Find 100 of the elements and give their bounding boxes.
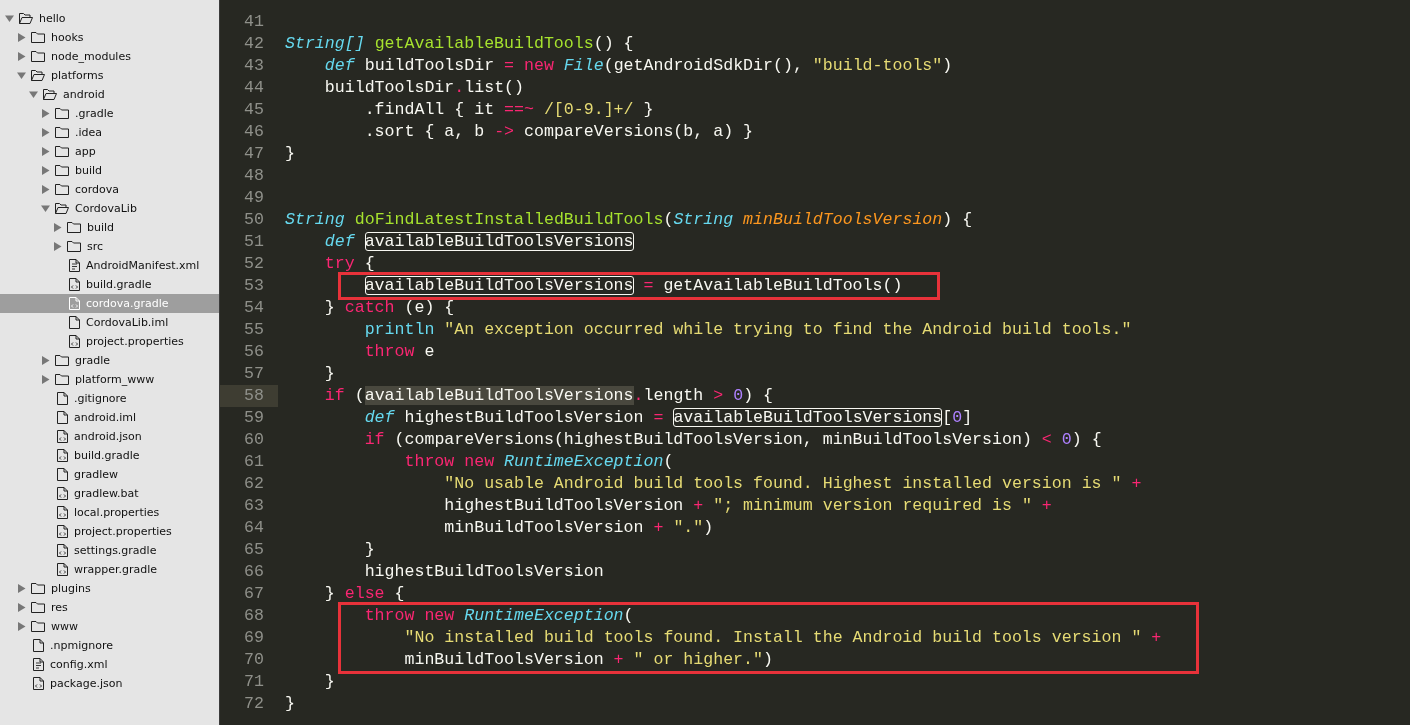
tree-item[interactable]: project.properties — [0, 522, 219, 541]
caret-icon[interactable] — [41, 185, 50, 194]
tree-item[interactable]: res — [0, 598, 219, 617]
line-number: 54 — [243, 297, 265, 319]
code-line: String doFindLatestInstalledBuildTools(String minBuildToolsVersion) { — [285, 209, 973, 231]
tree-item[interactable]: platforms — [0, 66, 219, 85]
file-icon — [33, 639, 44, 652]
code-line: try { — [323, 253, 375, 275]
code-line: def highestBuildToolsVersion = availableBuildToolsVersions[0] — [363, 407, 973, 429]
caret-icon[interactable] — [17, 603, 26, 612]
line-number: 53 — [243, 275, 265, 297]
caret-icon[interactable] — [41, 166, 50, 175]
line-number: 66 — [243, 561, 265, 583]
tree-item[interactable]: plugins — [0, 579, 219, 598]
document-icon — [69, 259, 80, 272]
tree-item[interactable]: node_modules — [0, 47, 219, 66]
line-number: 55 — [243, 319, 265, 341]
tree-item[interactable]: gradlew.bat — [0, 484, 219, 503]
line-number: 72 — [243, 693, 265, 715]
line-number: 56 — [243, 341, 265, 363]
tree-item[interactable]: build.gradle — [0, 275, 219, 294]
tree-item[interactable]: cordova — [0, 180, 219, 199]
folder-icon — [31, 602, 45, 613]
tree-item[interactable]: package.json — [0, 674, 219, 693]
code-line: minBuildToolsVersion + " or higher.") — [403, 649, 774, 671]
caret-icon[interactable] — [17, 584, 26, 593]
caret-icon[interactable] — [17, 71, 26, 80]
line-number: 60 — [243, 429, 265, 451]
caret-icon[interactable] — [41, 128, 50, 137]
tree-item[interactable]: .npmignore — [0, 636, 219, 655]
line-number: 50 — [243, 209, 265, 231]
line-number: 63 — [243, 495, 265, 517]
tree-item[interactable]: android — [0, 85, 219, 104]
code-line: } — [285, 693, 295, 715]
tree-item[interactable]: project.properties — [0, 332, 219, 351]
line-number: 62 — [243, 473, 265, 495]
caret-icon[interactable] — [41, 109, 50, 118]
tree-item[interactable]: build.gradle — [0, 446, 219, 465]
caret-icon[interactable] — [29, 90, 38, 99]
folder-icon — [55, 184, 69, 195]
folder-icon — [55, 127, 69, 138]
tree-item[interactable]: gradlew — [0, 465, 219, 484]
code-file-icon — [57, 449, 68, 462]
line-number: 65 — [243, 539, 265, 561]
tree-item[interactable]: CordovaLib.iml — [0, 313, 219, 332]
code-file-icon — [69, 278, 80, 291]
tree-item[interactable]: build — [0, 218, 219, 237]
open-folder-icon — [43, 89, 57, 100]
tree-item[interactable]: hooks — [0, 28, 219, 47]
tree-item[interactable]: gradle — [0, 351, 219, 370]
tree-item[interactable]: wrapper.gradle — [0, 560, 219, 579]
code-line: String[] getAvailableBuildTools() { — [285, 33, 634, 55]
tree-item[interactable]: .gradle — [0, 104, 219, 123]
caret-icon[interactable] — [5, 14, 14, 23]
line-number: 41 — [243, 11, 265, 33]
folder-icon — [67, 241, 81, 252]
tree-item[interactable]: CordovaLib — [0, 199, 219, 218]
folder-icon — [55, 165, 69, 176]
caret-icon[interactable] — [17, 33, 26, 42]
folder-icon — [31, 32, 45, 43]
caret-icon[interactable] — [41, 147, 50, 156]
tree-item[interactable]: local.properties — [0, 503, 219, 522]
tree-item[interactable]: src — [0, 237, 219, 256]
caret-icon[interactable] — [17, 52, 26, 61]
tree-item[interactable]: app — [0, 142, 219, 161]
line-number: 45 — [243, 99, 265, 121]
code-file-icon — [69, 297, 80, 310]
caret-icon[interactable] — [41, 375, 50, 384]
caret-icon[interactable] — [17, 622, 26, 631]
tree-item[interactable]: config.xml — [0, 655, 219, 674]
tree-item[interactable]: AndroidManifest.xml — [0, 256, 219, 275]
caret-icon[interactable] — [41, 356, 50, 365]
line-number: 71 — [243, 671, 265, 693]
document-icon — [33, 658, 44, 671]
caret-icon[interactable] — [53, 223, 62, 232]
caret-icon[interactable] — [41, 204, 50, 213]
tree-item[interactable]: android.iml — [0, 408, 219, 427]
code-line: "No usable Android build tools found. Highest installed version is " + — [443, 473, 1142, 495]
tree-item[interactable]: www — [0, 617, 219, 636]
code-file-icon — [33, 677, 44, 690]
code-file-icon — [57, 525, 68, 538]
tree-item[interactable]: .gitignore — [0, 389, 219, 408]
tree-item[interactable]: android.json — [0, 427, 219, 446]
tree-item[interactable]: platform_www — [0, 370, 219, 389]
code-line: throw e — [363, 341, 435, 363]
line-number: 43 — [243, 55, 265, 77]
tree-item[interactable]: build — [0, 161, 219, 180]
folder-icon — [67, 222, 81, 233]
code-line: if (compareVersions(highestBuildToolsVersion, minBuildToolsVersion) < 0) { — [363, 429, 1102, 451]
caret-icon[interactable] — [53, 242, 62, 251]
code-line: } — [285, 143, 295, 165]
code-line: if (availableBuildToolsVersions.length > 0) { — [323, 385, 773, 407]
tree-item[interactable]: hello — [0, 9, 219, 28]
line-number: 64 — [243, 517, 265, 539]
tree-item[interactable]: .idea — [0, 123, 219, 142]
file-icon — [57, 411, 68, 424]
tree-item[interactable]: settings.gradle — [0, 541, 219, 560]
code-line: } else { — [323, 583, 405, 605]
code-line: .sort { a, b -> compareVersions(b, a) } — [363, 121, 754, 143]
code-line: throw new RuntimeException( — [364, 605, 635, 627]
